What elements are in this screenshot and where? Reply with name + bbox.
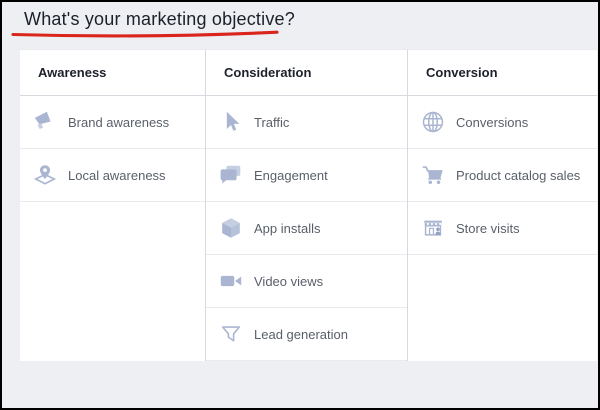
objective-selection-screen: What's your marketing objective? Awarene… [0, 0, 600, 410]
objective-label: App installs [254, 221, 320, 236]
objective-item-app-installs[interactable]: App installs [206, 202, 407, 255]
video-camera-icon [218, 268, 244, 294]
cube-icon [218, 215, 244, 241]
objective-column-consideration: Consideration Traffic Engagement App instal… [205, 50, 407, 361]
objective-column-conversion: Conversion Conversions Product catalog sal… [407, 50, 597, 361]
objective-label: Lead generation [254, 327, 348, 342]
objective-label: Engagement [254, 168, 328, 183]
objective-label: Traffic [254, 115, 289, 130]
objective-label: Product catalog sales [456, 168, 580, 183]
objective-item-conversions[interactable]: Conversions [408, 96, 597, 149]
cursor-icon [218, 109, 244, 135]
chat-bubbles-icon [218, 162, 244, 188]
objective-item-brand-awareness[interactable]: Brand awareness [20, 96, 205, 149]
objective-item-engagement[interactable]: Engagement [206, 149, 407, 202]
objective-item-lead-generation[interactable]: Lead generation [206, 308, 407, 361]
objectives-table: Awareness Brand awareness Local awareness C… [20, 49, 597, 360]
cart-icon [420, 162, 446, 188]
funnel-icon [218, 321, 244, 347]
objective-label: Brand awareness [68, 115, 169, 130]
storefront-icon [420, 215, 446, 241]
objective-item-video-views[interactable]: Video views [206, 255, 407, 308]
objective-label: Local awareness [68, 168, 166, 183]
megaphone-icon [32, 109, 58, 135]
column-filler [20, 202, 205, 361]
objective-item-product-catalog-sales[interactable]: Product catalog sales [408, 149, 597, 202]
page-title: What's your marketing objective? [24, 9, 295, 30]
objective-label: Conversions [456, 115, 528, 130]
objective-item-traffic[interactable]: Traffic [206, 96, 407, 149]
column-header-consideration: Consideration [206, 50, 407, 96]
objective-label: Video views [254, 274, 323, 289]
objective-item-store-visits[interactable]: Store visits [408, 202, 597, 255]
red-underline-annotation [10, 29, 282, 41]
objective-label: Store visits [456, 221, 520, 236]
objective-item-local-awareness[interactable]: Local awareness [20, 149, 205, 202]
column-filler [408, 255, 597, 361]
map-pin-icon [32, 162, 58, 188]
column-header-conversion: Conversion [408, 50, 597, 96]
column-header-awareness: Awareness [20, 50, 205, 96]
objective-column-awareness: Awareness Brand awareness Local awareness [20, 50, 205, 361]
globe-icon [420, 109, 446, 135]
